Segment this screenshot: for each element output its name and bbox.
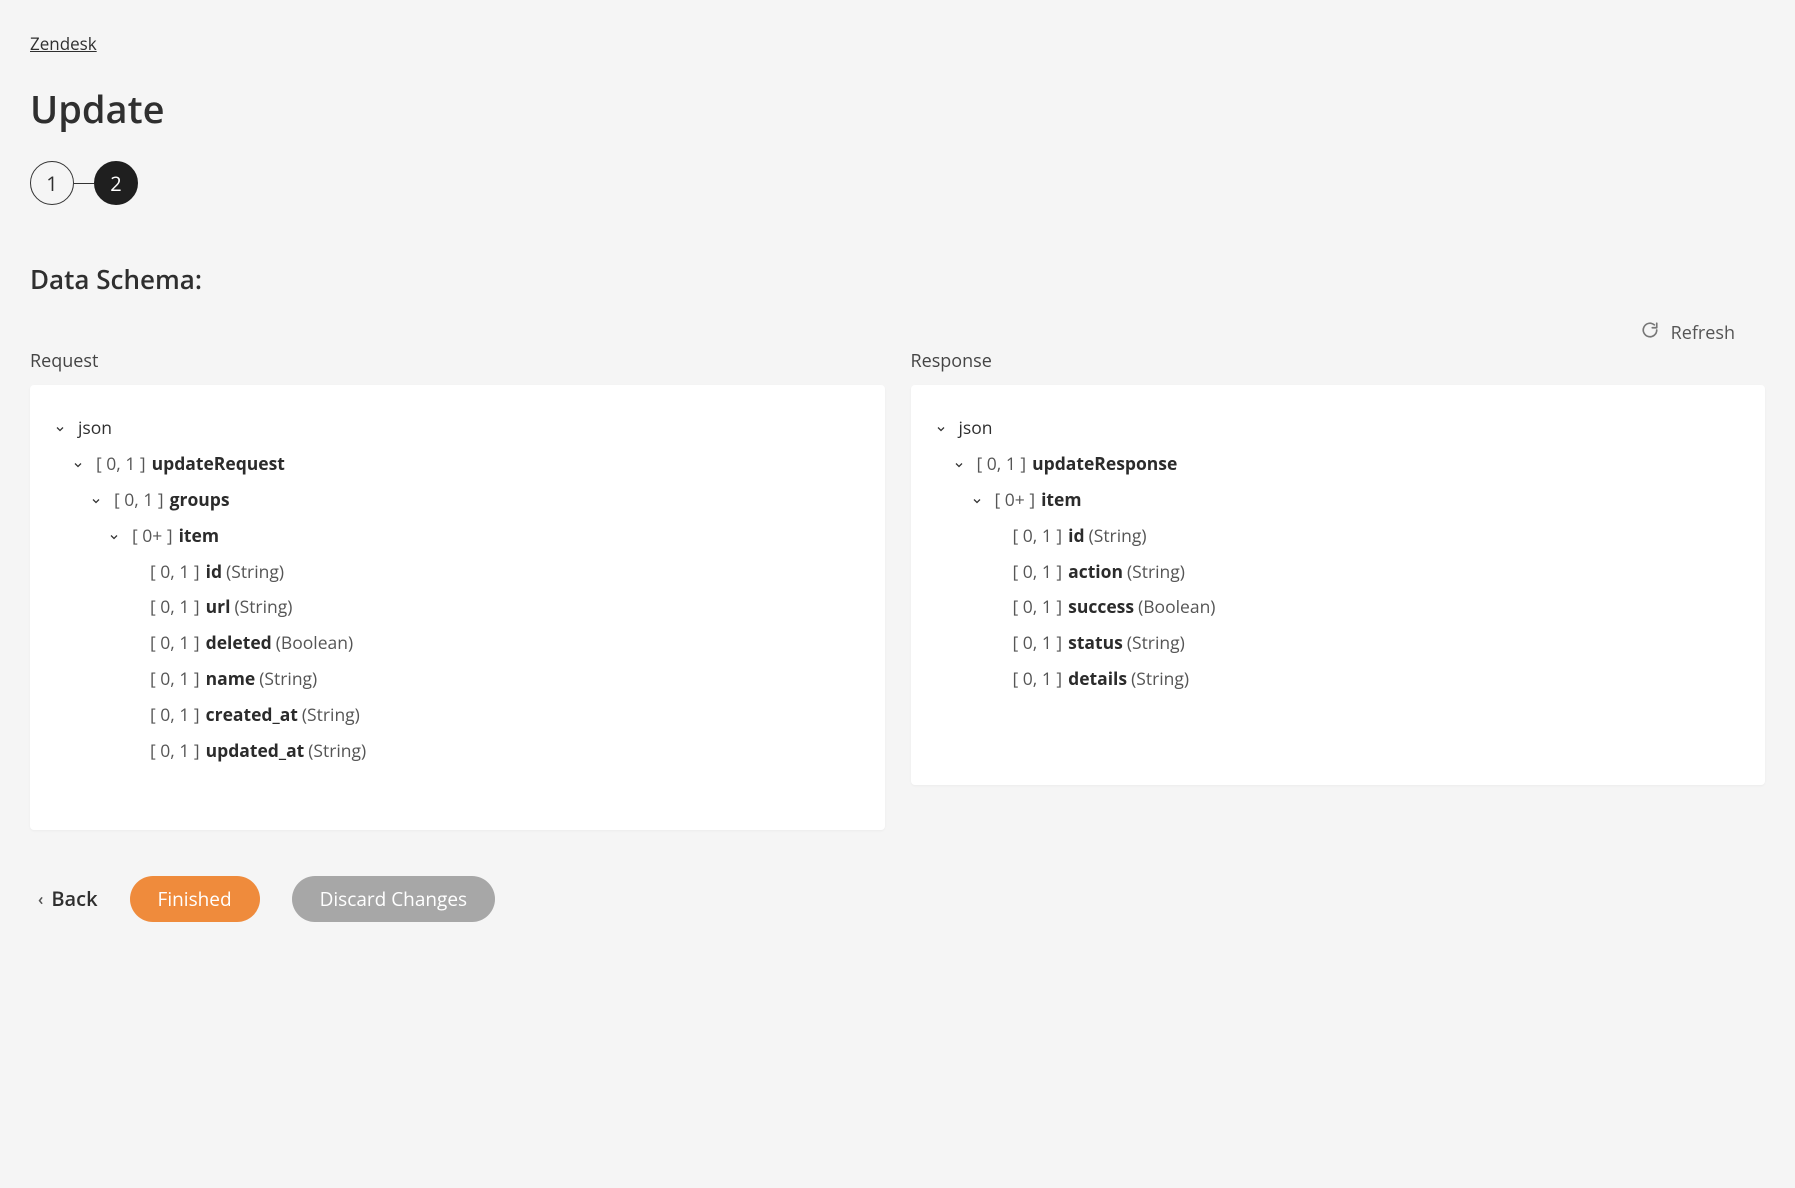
step-1[interactable]: 1 [30,161,74,205]
tree-leaf-status[interactable]: [ 0, 1 ] status (String) [933,626,1744,662]
field-name: item [1041,483,1081,519]
section-title: Data Schema: [30,261,1765,297]
tree-leaf-name[interactable]: [ 0, 1 ] name (String) [52,662,863,698]
cardinality: [ 0, 1 ] [977,447,1027,483]
field-name: deleted [206,626,272,662]
cardinality: [ 0, 1 ] [96,447,146,483]
breadcrumb-link[interactable]: Zendesk [30,32,97,55]
cardinality: [ 0, 1 ] [1013,555,1063,591]
field-name: updateRequest [152,447,285,483]
page-title: Update [30,83,1765,135]
field-type: (String) [1131,662,1189,698]
cardinality: [ 0, 1 ] [150,555,200,591]
response-column: Response json [ 0, 1 ] updateResponse [911,349,1766,830]
tree-node-updateRequest[interactable]: [ 0, 1 ] updateRequest [52,447,863,483]
tree-leaf-created-at[interactable]: [ 0, 1 ] created_at (String) [52,698,863,734]
response-panel: json [ 0, 1 ] updateResponse [ 0+ ] item [911,385,1766,785]
tree-node-json[interactable]: json [52,411,863,447]
tree-leaf-action[interactable]: [ 0, 1 ] action (String) [933,555,1744,591]
chevron-down-icon[interactable] [88,493,104,509]
cardinality: [ 0+ ] [995,483,1036,519]
field-name: action [1068,555,1123,591]
tree-leaf-success[interactable]: [ 0, 1 ] success (Boolean) [933,590,1744,626]
chevron-down-icon[interactable] [52,421,68,437]
field-type: (Boolean) [1138,590,1215,626]
request-column: Request json [ 0, 1 ] updateRequest [30,349,885,830]
tree-node-updateResponse[interactable]: [ 0, 1 ] updateResponse [933,447,1744,483]
finished-button[interactable]: Finished [130,876,260,922]
field-name: success [1068,590,1134,626]
field-name: updateResponse [1032,447,1177,483]
step-2[interactable]: 2 [94,161,138,205]
cardinality: [ 0, 1 ] [150,590,200,626]
tree-node-json[interactable]: json [933,411,1744,447]
field-type: (String) [1127,555,1185,591]
tree-leaf-url[interactable]: [ 0, 1 ] url (String) [52,590,863,626]
step-connector [74,183,94,184]
field-name: created_at [206,698,298,734]
cardinality: [ 0, 1 ] [150,734,200,770]
cardinality: [ 0, 1 ] [114,483,164,519]
field-type: (String) [308,734,366,770]
field-name: id [206,555,222,591]
chevron-down-icon[interactable] [70,457,86,473]
tree-node-item[interactable]: [ 0+ ] item [52,519,863,555]
field-name: item [179,519,219,555]
refresh-icon [1641,321,1659,345]
field-name: updated_at [206,734,305,770]
cardinality: [ 0, 1 ] [150,626,200,662]
field-type: (String) [1089,519,1147,555]
tree-leaf-details[interactable]: [ 0, 1 ] details (String) [933,662,1744,698]
chevron-down-icon[interactable] [951,457,967,473]
tree-leaf-updated-at[interactable]: [ 0, 1 ] updated_at (String) [52,734,863,770]
cardinality: [ 0+ ] [132,519,173,555]
chevron-left-icon: ‹ [38,888,43,910]
field-type: (String) [226,555,284,591]
stepper: 1 2 [30,161,1765,205]
chevron-down-icon[interactable] [933,421,949,437]
cardinality: [ 0, 1 ] [150,698,200,734]
discard-changes-button[interactable]: Discard Changes [292,876,496,922]
field-type: (String) [259,662,317,698]
field-name: url [206,590,231,626]
back-button[interactable]: ‹ Back [38,885,98,912]
field-name: status [1068,626,1123,662]
tree-node-item[interactable]: [ 0+ ] item [933,483,1744,519]
field-type: (Boolean) [276,626,353,662]
cardinality: [ 0, 1 ] [1013,519,1063,555]
refresh-label: Refresh [1671,321,1735,345]
field-name: id [1068,519,1084,555]
cardinality: [ 0, 1 ] [1013,590,1063,626]
tree-label: json [78,411,112,447]
field-name: details [1068,662,1127,698]
cardinality: [ 0, 1 ] [1013,626,1063,662]
field-type: (String) [234,590,292,626]
cardinality: [ 0, 1 ] [1013,662,1063,698]
field-name: name [206,662,256,698]
tree-leaf-id[interactable]: [ 0, 1 ] id (String) [933,519,1744,555]
back-label: Back [51,885,97,912]
tree-leaf-deleted[interactable]: [ 0, 1 ] deleted (Boolean) [52,626,863,662]
tree-leaf-id[interactable]: [ 0, 1 ] id (String) [52,555,863,591]
field-type: (String) [302,698,360,734]
cardinality: [ 0, 1 ] [150,662,200,698]
response-label: Response [911,349,1766,373]
request-panel: json [ 0, 1 ] updateRequest [ 0, 1 ] gro… [30,385,885,830]
tree-node-groups[interactable]: [ 0, 1 ] groups [52,483,863,519]
field-type: (String) [1127,626,1185,662]
chevron-down-icon[interactable] [969,493,985,509]
chevron-down-icon[interactable] [106,529,122,545]
field-name: groups [170,483,230,519]
tree-label: json [959,411,993,447]
request-label: Request [30,349,885,373]
footer-actions: ‹ Back Finished Discard Changes [38,876,1765,922]
refresh-button[interactable]: Refresh [1641,321,1735,345]
